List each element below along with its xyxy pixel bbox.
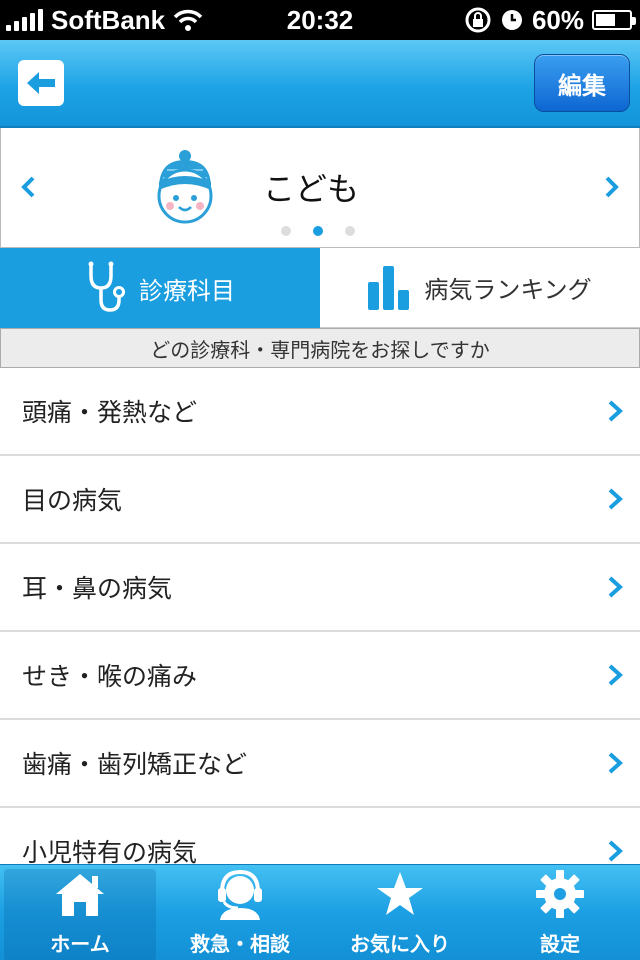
carrier-name: SoftBank bbox=[51, 4, 166, 35]
star-icon bbox=[377, 872, 423, 915]
next-profile-button[interactable] bbox=[597, 172, 627, 202]
status-time: 20:32 bbox=[286, 4, 354, 35]
rotation-lock-icon bbox=[465, 7, 491, 33]
list-item-headache-fever[interactable]: 頭痛・発熱など bbox=[0, 368, 640, 456]
page-dot bbox=[281, 226, 291, 236]
list-item-label: せき・喉の痛み bbox=[22, 662, 198, 691]
tab-bar-label: ホーム bbox=[50, 932, 110, 956]
list-item-eye-disease[interactable]: 目の病気 bbox=[0, 456, 640, 544]
chevron-right-icon bbox=[608, 400, 623, 422]
child-avatar-icon bbox=[157, 150, 213, 224]
battery-percent: 60% bbox=[531, 4, 584, 35]
back-arrow-icon bbox=[27, 72, 55, 94]
tab-departments[interactable]: 診療科目 bbox=[0, 248, 320, 328]
navigation-bar: 編集 bbox=[0, 40, 640, 128]
tab-label: 病気ランキング bbox=[424, 276, 592, 304]
tab-bar-label: 設定 bbox=[540, 932, 580, 956]
chevron-right-icon bbox=[608, 576, 623, 598]
list-item-cough-throat[interactable]: せき・喉の痛み bbox=[0, 632, 640, 720]
battery-icon bbox=[592, 10, 636, 30]
gear-icon bbox=[536, 870, 584, 918]
department-list: 頭痛・発熱など 目の病気 耳・鼻の病気 せき・喉の痛み 歯痛・歯列矯正など 小児… bbox=[0, 368, 640, 864]
bottom-tab-bar: ホーム 救急・相談 お気に入り 設定 bbox=[0, 864, 640, 960]
tab-bar-emergency[interactable]: 救急・相談 bbox=[160, 865, 320, 960]
list-item-dental[interactable]: 歯痛・歯列矯正など bbox=[0, 720, 640, 808]
list-item-label: 歯痛・歯列矯正など bbox=[22, 750, 248, 779]
headset-icon bbox=[218, 869, 262, 920]
tab-label: 診療科目 bbox=[139, 276, 235, 305]
tab-illness-ranking[interactable]: 病気ランキング bbox=[320, 248, 640, 328]
tab-bar-label: 救急・相談 bbox=[190, 932, 290, 956]
chevron-right-icon bbox=[608, 488, 623, 510]
previous-profile-button[interactable] bbox=[13, 172, 43, 202]
home-icon bbox=[56, 873, 104, 916]
page-dot bbox=[345, 226, 355, 236]
list-item-label: 頭痛・発熱など bbox=[22, 398, 198, 427]
chevron-right-icon bbox=[608, 752, 623, 774]
back-button[interactable] bbox=[18, 60, 64, 106]
page-indicator bbox=[281, 226, 355, 236]
profile-carousel[interactable]: こども bbox=[0, 128, 640, 248]
page-dot-active bbox=[313, 226, 323, 236]
tab-bar-settings[interactable]: 設定 bbox=[480, 865, 640, 960]
tab-bar-home[interactable]: ホーム bbox=[4, 869, 156, 960]
chevron-right-icon bbox=[605, 176, 619, 198]
stethoscope-icon bbox=[88, 261, 125, 312]
status-bar: SoftBank 20:32 60% bbox=[0, 0, 640, 40]
edit-button[interactable]: 編集 bbox=[534, 54, 630, 112]
list-item-label: 耳・鼻の病気 bbox=[22, 574, 173, 603]
list-item-ear-nose[interactable]: 耳・鼻の病気 bbox=[0, 544, 640, 632]
bar-chart-icon bbox=[368, 265, 410, 310]
list-item-pediatric[interactable]: 小児特有の病気 bbox=[0, 808, 640, 864]
list-item-label: 目の病気 bbox=[22, 486, 123, 515]
chevron-right-icon bbox=[608, 664, 623, 686]
profile-name: こども bbox=[263, 170, 360, 208]
chevron-left-icon bbox=[21, 176, 35, 198]
section-prompt: どの診療科・専門病院をお探しですか bbox=[0, 328, 640, 368]
tab-bar-label: お気に入り bbox=[350, 932, 450, 956]
segment-tabs: 診療科目 病気ランキング bbox=[0, 248, 640, 328]
signal-strength-icon bbox=[6, 9, 43, 31]
tab-bar-favorites[interactable]: お気に入り bbox=[320, 865, 480, 960]
alarm-clock-icon bbox=[501, 10, 522, 30]
wifi-icon bbox=[173, 9, 203, 31]
list-item-label: 小児特有の病気 bbox=[22, 838, 198, 864]
chevron-right-icon bbox=[608, 840, 623, 862]
